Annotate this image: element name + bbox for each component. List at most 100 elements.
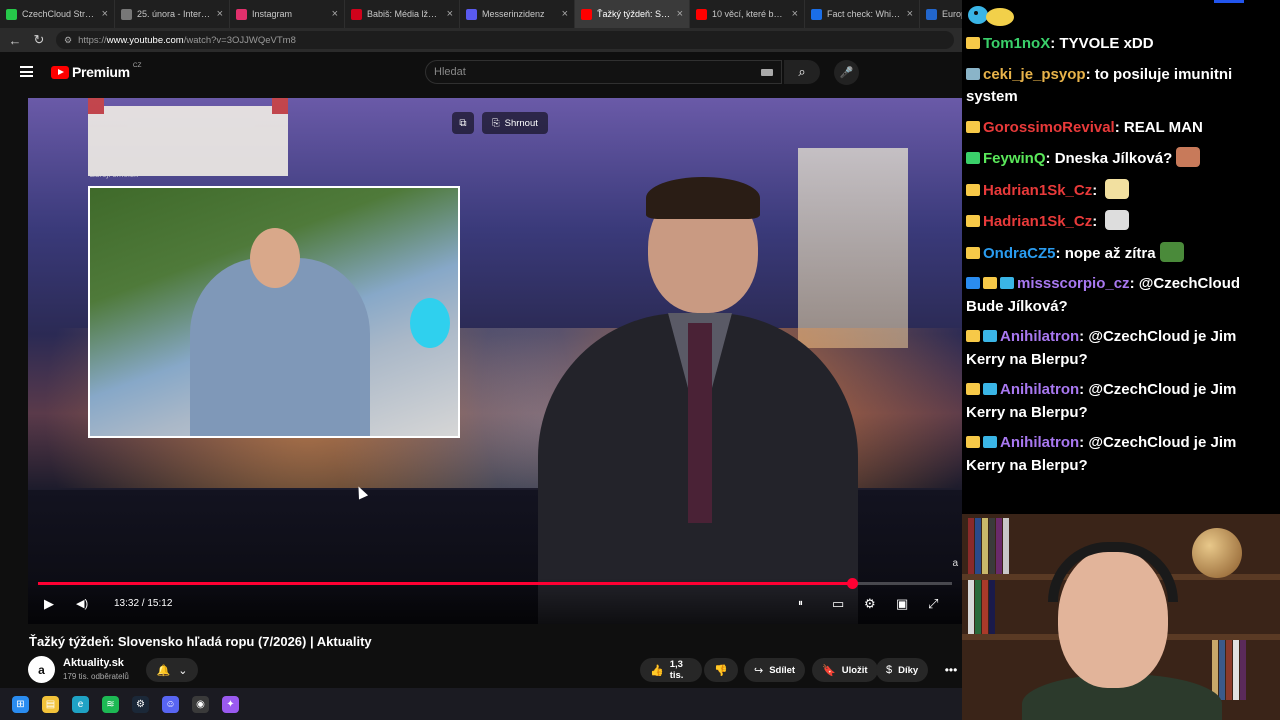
discord-icon[interactable]: ☺ [162,695,179,713]
browser-tab-bar: CzechCloud Stream -×25. února - Intervie… [0,0,962,28]
chat-username[interactable]: ceki_je_psyop [983,66,1086,83]
url-field[interactable]: ⚙ https://www.youtube.com/watch?v=3OJJWQ… [56,31,954,49]
browser-tab[interactable]: CzechCloud Stream - × [0,0,115,28]
tab-label: Instagram [252,9,293,19]
chat-username[interactable]: Anihilatron [1000,381,1079,398]
player-controls: ▶ ◀) 13:32 / 15:12 ⏸ ▭ ⚙ ▣ ⤢ [28,578,962,624]
chat-username[interactable]: Hadrian1Sk_Cz [983,182,1092,199]
menu-icon[interactable] [20,66,33,77]
back-arrow-icon[interactable]: ← [8,33,22,48]
chat-badge-icon [966,436,980,448]
windows-start-icon[interactable]: ⊞ [12,695,29,713]
video-title: Ťažký týždeň: Slovensko hľadá ropu (7/20… [29,634,372,649]
like-button[interactable]: 👍 1,3 tis. [640,658,702,682]
progress-bar[interactable] [38,578,952,589]
fullscreen-icon[interactable]: ⤢ [928,597,938,611]
books [968,518,1009,574]
thanks-button[interactable]: $ Díky [876,658,929,682]
chat-badge-icon [966,37,980,49]
search-button[interactable]: ⌕ [784,60,820,84]
chat-username[interactable]: GorossimoRevival [983,119,1115,136]
more-actions-icon[interactable]: ••• [941,658,961,682]
youtube-page: Premium CZ Hledat ⌕ 🎤 Zdroj: sme.sk ⧉ ⎘ … [0,52,962,688]
chat-message-text: TYVOLE xDD [1059,35,1154,52]
settings-icon[interactable]: ⚙ [864,597,876,611]
browser-tab[interactable]: Babiš: Média lžou, ce × [345,0,460,28]
youtube-premium-logo[interactable]: Premium CZ [51,62,141,80]
file-explorer-icon[interactable]: ▤ [42,695,59,713]
tab-close-icon[interactable]: × [677,8,683,20]
copilot-icon[interactable]: ✦ [222,695,239,713]
summary-button[interactable]: ⎘ Shrnout [482,112,548,134]
chat-emote-icon [1176,147,1201,167]
chat-badge-icon [983,277,997,289]
tab-favicon-icon [121,8,132,20]
presenter [538,177,858,624]
obs-icon[interactable]: ◉ [192,695,209,713]
tab-close-icon[interactable]: × [792,8,798,20]
share-button[interactable]: ↪ Sdílet [744,658,806,682]
voice-search-button[interactable]: 🎤 [834,60,859,85]
miniplayer-icon[interactable]: ⧉ [452,112,474,134]
browser-tab[interactable]: Ťažký týždeň: Slovens × [575,0,690,28]
summary-label: Shrnout [504,117,538,129]
books [1212,640,1246,700]
tab-close-icon[interactable]: × [217,8,223,20]
chat-username[interactable]: OndraCZ5 [983,245,1056,262]
autoplay-toggle-icon[interactable]: ⏸ [798,597,803,611]
progress-scrubber[interactable] [846,578,858,589]
steam-icon[interactable]: ⚙ [132,695,149,713]
save-button[interactable]: 🔖 Uložit [812,658,878,682]
volume-icon[interactable]: ◀) [76,597,88,611]
globe-decoration [1192,528,1242,578]
browser-tab[interactable]: Instagram × [230,0,345,28]
browser-tab[interactable]: Fact check: Which co × [805,0,920,28]
tab-close-icon[interactable]: × [907,8,913,20]
theater-mode-icon[interactable]: ▣ [896,597,908,611]
tab-close-icon[interactable]: × [562,8,568,20]
tab-close-icon[interactable]: × [447,8,453,20]
video-player[interactable]: Zdroj: sme.sk ⧉ ⎘ Shrnout a ▶ ◀) 13:32 /… [28,98,962,624]
tab-close-icon[interactable]: × [102,8,108,20]
reload-icon[interactable]: ↻ [32,32,46,48]
chat-badge-icon [966,67,980,80]
tab-label: Europe: C [942,9,962,19]
chat-username[interactable]: Anihilatron [1000,434,1079,451]
browser-tab[interactable]: 10 věcí, které by Hitle × [690,0,805,28]
chat-username[interactable]: Tom1noX [983,35,1050,52]
browser-tab[interactable]: Messerinzidenz × [460,0,575,28]
dislike-button[interactable]: 👎 [704,658,738,682]
chat-username[interactable]: Hadrian1Sk_Cz [983,213,1092,230]
channel-name[interactable]: Aktuality.sk [63,657,124,669]
channel-avatar[interactable]: a [28,656,55,683]
site-info-icon[interactable]: ⚙ [64,35,72,46]
streamer-webcam [962,514,1280,720]
keyboard-icon[interactable] [761,69,773,76]
notification-bell-button[interactable]: 🔔 ⌄ [146,658,198,682]
chat-message: Tom1noX: TYVOLE xDD [966,33,1276,56]
chat-message: OndraCZ5: nope až zítra [966,241,1276,266]
search-input[interactable]: Hledat [425,60,782,84]
tab-favicon-icon [811,8,822,20]
spotify-icon[interactable]: ≋ [102,695,119,713]
tab-label: Ťažký týždeň: Slovens [597,9,672,19]
image-source-caption: Zdroj: sme.sk [90,170,139,179]
chat-username[interactable]: Anihilatron [1000,328,1079,345]
chat-badge-icon [966,277,980,289]
bell-icon: 🔔 [156,664,171,677]
browser-tab[interactable]: Europe: C× [920,0,962,28]
super-thanks-icon: $ [886,664,893,676]
headset [1048,542,1178,602]
chat-username[interactable]: FeywinQ [983,150,1046,167]
subtitles-icon[interactable]: ▭ [832,597,844,611]
subscriber-count: 179 tis. odběratelů [63,672,129,681]
presenter-hair [646,177,760,219]
edge-browser-icon[interactable]: e [72,695,89,713]
progress-played [38,582,852,585]
chat-username[interactable]: missscorpio_cz [1017,275,1130,292]
thumbs-down-icon: 👎 [714,664,728,677]
tab-close-icon[interactable]: × [332,8,338,20]
play-icon[interactable]: ▶ [44,597,54,611]
browser-tab[interactable]: 25. února - Interview × [115,0,230,28]
logo-text: Premium [72,64,130,80]
